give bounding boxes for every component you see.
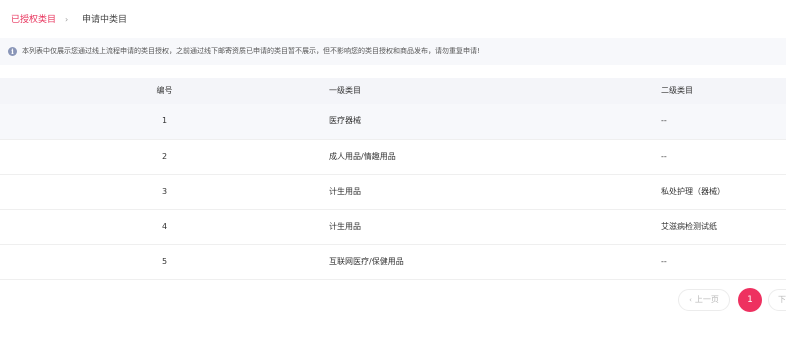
cell-level2-category: -- (661, 116, 667, 126)
notice-banner: i 本列表中仅展示您通过线上流程申请的类目授权，之前通过线下邮寄资质已申请的类目… (0, 38, 786, 65)
header-level2-category: 二级类目 (661, 86, 693, 95)
prev-page-button[interactable]: ‹ 上一页 (678, 289, 730, 311)
cell-no: 3 (161, 186, 168, 196)
cell-no: 4 (161, 221, 168, 231)
table-row: 3 计生用品 私处护理（器械） (0, 174, 786, 209)
table-header-row: 编号 一级类目 二级类目 (0, 78, 786, 104)
next-page-button[interactable]: 下一页 (768, 289, 786, 311)
category-tabs: 已授权类目 › 申请中类目 (0, 0, 786, 40)
header-no: 编号 (156, 86, 173, 95)
page-button-current[interactable]: 1 (738, 288, 762, 312)
cell-level2-category: 艾滋病检测试纸 (661, 221, 717, 231)
cell-level1-category: 互联网医疗/保健用品 (329, 256, 404, 266)
tab-applying-categories[interactable]: 申请中类目 (82, 14, 127, 26)
info-icon: i (8, 47, 17, 56)
chevron-left-icon: ‹ (689, 296, 692, 304)
table-row: 4 计生用品 艾滋病检测试纸 (0, 209, 786, 244)
cell-no: 2 (161, 151, 168, 161)
notice-text: 本列表中仅展示您通过线上流程申请的类目授权，之前通过线下邮寄资质已申请的类目暂不… (22, 47, 480, 55)
cell-level1-category: 医疗器械 (329, 116, 361, 126)
cell-no: 1 (161, 116, 168, 126)
cell-level2-category: 私处护理（器械） (661, 186, 725, 196)
table-row: 1 医疗器械 -- (0, 104, 786, 139)
tab-separator-icon: › (65, 15, 69, 24)
cell-level1-category: 计生用品 (329, 186, 361, 196)
table-row: 5 互联网医疗/保健用品 -- (0, 244, 786, 279)
prev-page-label: 上一页 (694, 295, 719, 304)
table-row: 2 成人用品/情趣用品 -- (0, 139, 786, 174)
cell-level1-category: 成人用品/情趣用品 (329, 151, 396, 161)
cell-level2-category: -- (661, 151, 667, 161)
tab-authorized-categories[interactable]: 已授权类目 (11, 14, 56, 26)
cell-level1-category: 计生用品 (329, 221, 361, 231)
pagination: ‹上一页 1 下一页 (0, 287, 786, 315)
header-level1-category: 一级类目 (329, 86, 361, 95)
category-table: 编号 一级类目 二级类目 1 医疗器械 -- 2 成人用品/情趣用品 -- 3 … (0, 78, 786, 280)
cell-level2-category: -- (661, 256, 667, 266)
cell-no: 5 (161, 256, 168, 266)
